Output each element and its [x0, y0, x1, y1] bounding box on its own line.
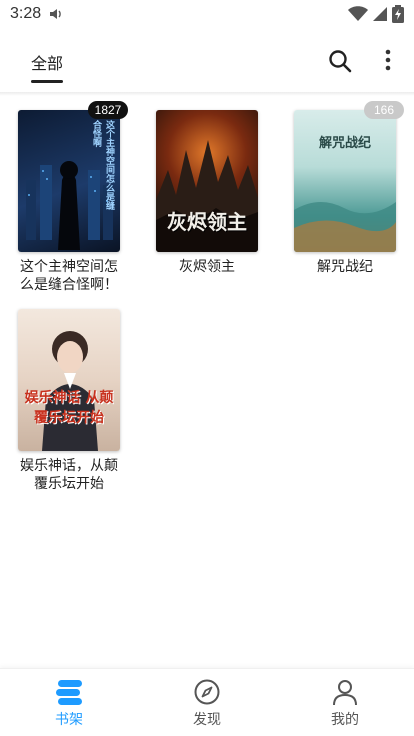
book-item[interactable]: 这个主神空间怎么是缝合怪啊 1827 这个主神空间怎么是缝合怪啊！	[10, 101, 128, 294]
update-count-badge: 166	[364, 101, 404, 119]
book-item[interactable]: 灰烬领主 灰烬领主	[148, 110, 266, 276]
update-count-badge: 1827	[88, 101, 128, 119]
book-cover[interactable]: 解咒战纪 166	[294, 101, 404, 252]
bookshelf-icon	[56, 680, 82, 705]
cover-title: 这个主神空间怎么是缝合怪啊	[91, 120, 114, 210]
wifi-icon	[348, 6, 368, 21]
status-time: 3:28	[10, 5, 42, 22]
book-item[interactable]: 娱乐神话 从颠覆乐坛开始 娱乐神话，从颠覆乐坛开始	[10, 309, 128, 493]
book-title: 解咒战纪	[317, 259, 373, 275]
cover-title: 灰烬领主	[167, 210, 247, 234]
search-icon[interactable]	[327, 48, 353, 74]
tab-all[interactable]: 全部	[31, 50, 63, 74]
signal-icon	[373, 7, 387, 21]
book-cover[interactable]: 娱乐神话 从颠覆乐坛开始	[18, 309, 120, 451]
nav-profile[interactable]: 我的	[300, 677, 390, 729]
more-vertical-icon[interactable]	[378, 46, 398, 74]
person-icon	[333, 680, 357, 706]
status-bar: 3:28	[0, 0, 414, 28]
book-title: 这个主神空间怎么是缝合怪啊！	[20, 259, 118, 293]
book-title: 灰烬领主	[179, 259, 235, 275]
battery-icon	[392, 5, 404, 23]
divider	[0, 92, 414, 96]
book-cover[interactable]: 这个主神空间怎么是缝合怪啊 1827	[18, 101, 128, 252]
book-item[interactable]: 解咒战纪 166 解咒战纪	[286, 101, 404, 276]
cover-title: 解咒战纪	[318, 136, 371, 151]
tab-indicator	[31, 80, 63, 83]
top-bar: 全部	[0, 28, 414, 92]
cover-title: 娱乐神话 从颠覆乐坛开始	[24, 390, 114, 426]
nav-label: 书架	[55, 712, 83, 728]
volume-icon	[50, 9, 61, 19]
nav-label: 我的	[331, 712, 359, 728]
nav-label: 发现	[193, 712, 221, 728]
compass-icon	[194, 679, 220, 705]
nav-discover[interactable]: 发现	[162, 677, 252, 729]
book-title: 娱乐神话，从颠覆乐坛开始	[20, 458, 118, 492]
nav-bookshelf[interactable]: 书架	[24, 677, 114, 729]
bottom-nav: 书架 发现 我的	[0, 668, 414, 736]
book-cover[interactable]: 灰烬领主	[156, 110, 258, 252]
